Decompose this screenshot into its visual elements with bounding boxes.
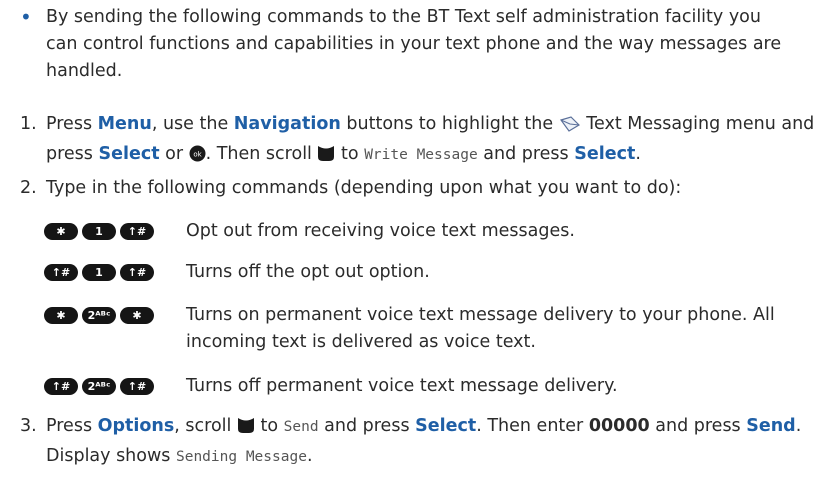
step-1-text: Press Menu, use the Navigation buttons t…: [46, 111, 816, 171]
text-messaging-envelope-icon: [559, 114, 581, 141]
step-2-text: Type in the following commands (dependin…: [46, 178, 682, 198]
hash-key: ↑#: [120, 264, 154, 281]
star-key: ✱: [44, 307, 78, 324]
scroll-key-icon: [237, 416, 255, 443]
key-sequence: ✱ 1 ↑#: [44, 223, 154, 240]
lcd-write-message: Write Message: [364, 147, 478, 163]
ok-button-icon: ok: [189, 144, 206, 171]
send-key-label: Send: [746, 416, 796, 436]
intro-text: By sending the following commands to the…: [46, 7, 782, 81]
key-sequence: ↑# 2ᴬᴮᶜ ↑#: [44, 378, 154, 395]
command-description: Turns off permanent voice text message d…: [186, 376, 618, 396]
code-number: 00000: [588, 416, 650, 436]
select-key-label: Select: [98, 144, 160, 164]
key-sequence: ↑# 1 ↑#: [44, 264, 154, 281]
key-sequence: ✱ 2ᴬᴮᶜ ✱: [44, 307, 154, 324]
step-number: 2.: [20, 178, 37, 198]
step-number: 1.: [20, 114, 37, 134]
menu-key-label: Menu: [97, 114, 152, 134]
step-number: 3.: [20, 416, 37, 436]
hash-key: ↑#: [44, 264, 78, 281]
command-description: Turns on permanent voice text message de…: [186, 305, 775, 352]
two-key: 2ᴬᴮᶜ: [82, 378, 116, 395]
lcd-send: Send: [283, 419, 319, 435]
select-key-label: Select: [415, 416, 477, 436]
command-description: Turns off the opt out option.: [186, 262, 430, 282]
bullet-dot: •: [20, 5, 32, 29]
scroll-key-icon: [317, 144, 335, 171]
hash-key: ↑#: [120, 378, 154, 395]
command-description: Opt out from receiving voice text messag…: [186, 221, 575, 241]
hash-key: ↑#: [120, 223, 154, 240]
select-key-label: Select: [574, 144, 636, 164]
star-key: ✱: [44, 223, 78, 240]
step-3-text: Press Options, scroll to Send and press …: [46, 416, 802, 466]
star-key: ✱: [120, 307, 154, 324]
navigation-key-label: Navigation: [233, 114, 341, 134]
two-key: 2ᴬᴮᶜ: [82, 307, 116, 324]
svg-text:ok: ok: [193, 151, 202, 159]
lcd-sending-message: Sending Message: [175, 449, 307, 465]
hash-key: ↑#: [44, 378, 78, 395]
one-key: 1: [82, 223, 116, 240]
one-key: 1: [82, 264, 116, 281]
options-key-label: Options: [97, 416, 175, 436]
